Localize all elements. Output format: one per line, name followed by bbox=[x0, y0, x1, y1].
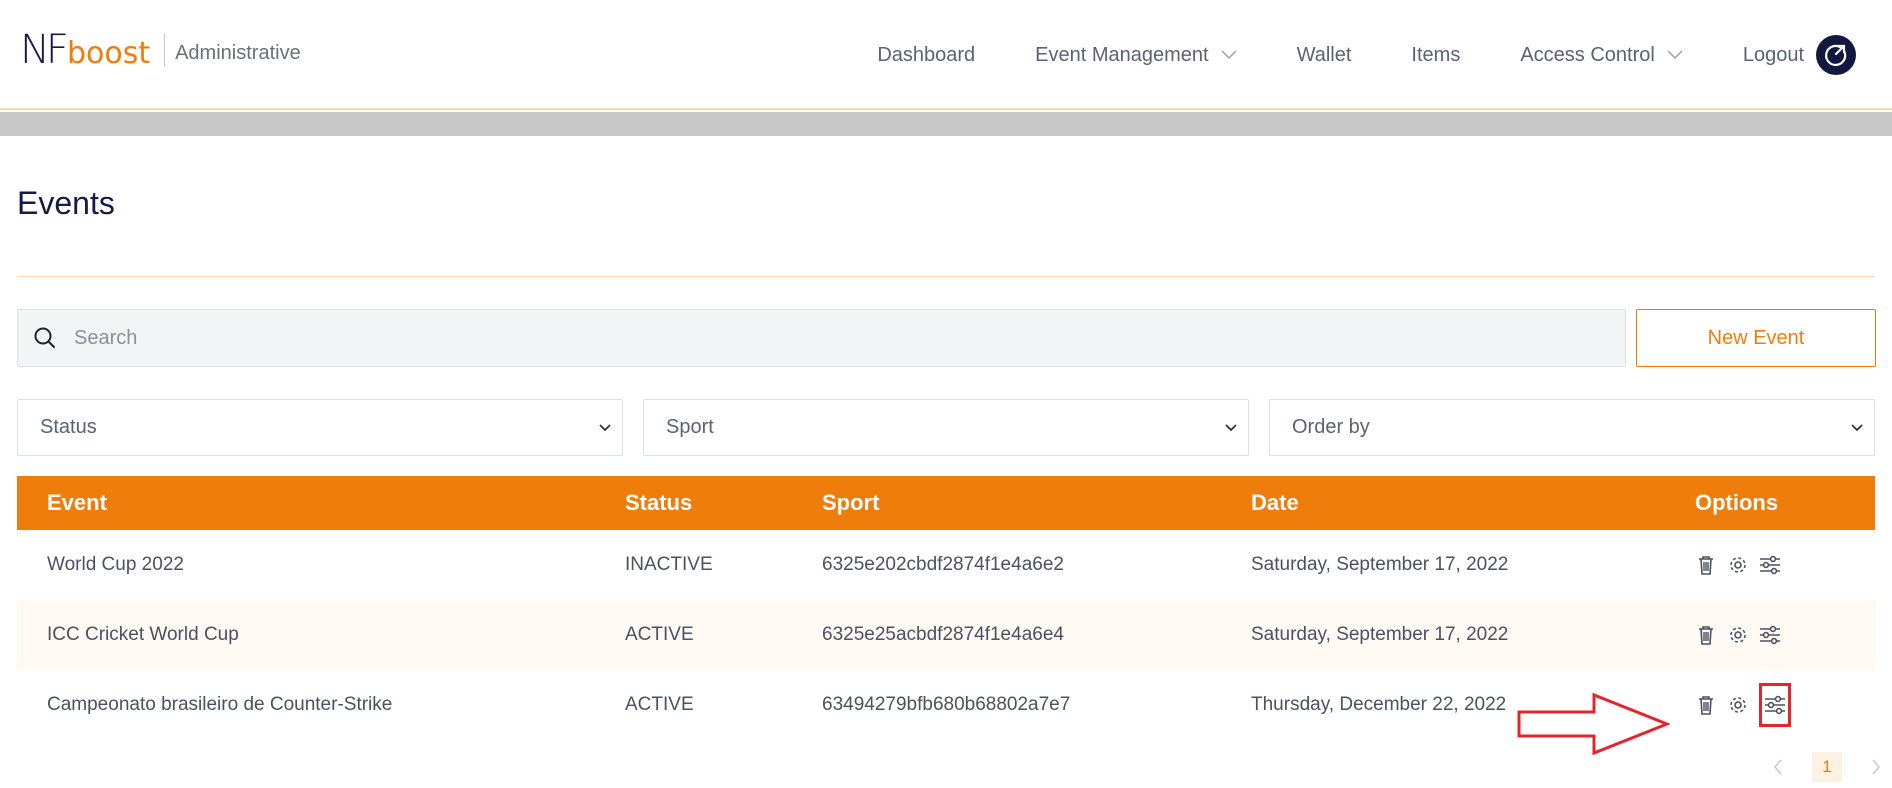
main-nav: Dashboard Event Management Wallet Items … bbox=[877, 30, 1856, 80]
nav-dashboard[interactable]: Dashboard bbox=[877, 44, 975, 67]
sliders-icon[interactable] bbox=[1759, 554, 1781, 576]
sport-filter-label: Sport bbox=[666, 416, 714, 438]
annotation-arrow-icon bbox=[1517, 692, 1670, 756]
nav-dashboard-label: Dashboard bbox=[877, 43, 976, 66]
gear-icon[interactable] bbox=[1727, 624, 1749, 646]
power-icon[interactable] bbox=[1816, 35, 1856, 75]
page-title: Events bbox=[17, 185, 115, 221]
trash-icon[interactable] bbox=[1695, 554, 1717, 576]
header-options: Options bbox=[1695, 490, 1779, 515]
row-options bbox=[1695, 554, 1791, 576]
sport-filter[interactable]: Sport bbox=[643, 399, 1249, 456]
header-sport[interactable]: Sport bbox=[822, 490, 879, 516]
nav-logout-label: Logout bbox=[1742, 43, 1804, 66]
chevron-down-icon bbox=[1667, 50, 1683, 60]
brand-logo[interactable]: NF boost Administrative bbox=[20, 28, 301, 72]
header-status[interactable]: Status bbox=[625, 490, 692, 516]
chevron-down-icon bbox=[1221, 50, 1237, 60]
nav-wallet-label: Wallet bbox=[1296, 43, 1352, 66]
table-row: ICC Cricket World Cup ACTIVE 6325e25acbd… bbox=[17, 600, 1875, 670]
section-label: Administrative bbox=[175, 41, 301, 64]
nav-access-control[interactable]: Access Control bbox=[1520, 44, 1683, 67]
chevron-down-icon bbox=[599, 423, 611, 431]
title-divider bbox=[17, 276, 1875, 277]
logo-divider bbox=[164, 33, 166, 67]
status-filter[interactable]: Status bbox=[17, 399, 623, 456]
header-date[interactable]: Date bbox=[1251, 490, 1299, 516]
previous-page-icon[interactable] bbox=[1766, 755, 1790, 779]
event-name: ICC Cricket World Cup bbox=[47, 624, 239, 645]
top-header: NF boost Administrative Dashboard Event … bbox=[0, 0, 1892, 110]
nav-logout[interactable]: Logout bbox=[1743, 35, 1856, 75]
event-date: Saturday, September 17, 2022 bbox=[1251, 554, 1509, 575]
event-date: Saturday, September 17, 2022 bbox=[1251, 624, 1509, 645]
order-by-filter[interactable]: Order by bbox=[1269, 399, 1875, 456]
order-by-filter-label: Order by bbox=[1292, 416, 1370, 438]
page-number[interactable]: 1 bbox=[1812, 752, 1842, 782]
chevron-down-icon bbox=[1851, 423, 1863, 431]
event-sport: 6325e202cbdf2874f1e4a6e2 bbox=[822, 554, 1064, 575]
event-date: Thursday, December 22, 2022 bbox=[1251, 694, 1507, 715]
nav-event-management-label: Event Management bbox=[1035, 43, 1209, 66]
logo-secondary: boost bbox=[66, 36, 151, 71]
search-input[interactable] bbox=[74, 326, 1574, 350]
event-name: World Cup 2022 bbox=[47, 554, 184, 575]
search-icon bbox=[34, 327, 55, 348]
row-options bbox=[1695, 624, 1791, 646]
header-band bbox=[0, 112, 1892, 136]
nav-items[interactable]: Items bbox=[1411, 44, 1460, 67]
pagination: 1 bbox=[1766, 752, 1888, 782]
nav-items-label: Items bbox=[1411, 43, 1461, 66]
trash-icon[interactable] bbox=[1695, 624, 1717, 646]
event-status: INACTIVE bbox=[625, 554, 713, 575]
next-page-icon[interactable] bbox=[1864, 755, 1888, 779]
logo-primary: NF bbox=[20, 27, 69, 73]
event-sport: 63494279bfb680b68802a7e7 bbox=[822, 694, 1071, 715]
event-status: ACTIVE bbox=[625, 624, 694, 645]
row-options bbox=[1695, 683, 1791, 727]
chevron-down-icon bbox=[1225, 423, 1237, 431]
event-status: ACTIVE bbox=[625, 694, 694, 715]
nav-access-control-label: Access Control bbox=[1520, 43, 1655, 66]
event-name: Campeonato brasileiro de Counter-Strike bbox=[47, 694, 393, 715]
gear-icon[interactable] bbox=[1727, 694, 1749, 716]
table-row: World Cup 2022 INACTIVE 6325e202cbdf2874… bbox=[17, 530, 1875, 600]
table-header: Event Status Sport Date Options bbox=[17, 476, 1875, 530]
status-filter-label: Status bbox=[40, 416, 97, 438]
nav-wallet[interactable]: Wallet bbox=[1297, 44, 1352, 67]
gear-icon[interactable] bbox=[1727, 554, 1749, 576]
sliders-icon[interactable] bbox=[1759, 624, 1781, 646]
trash-icon[interactable] bbox=[1695, 694, 1717, 716]
header-event[interactable]: Event bbox=[47, 490, 107, 516]
nav-event-management[interactable]: Event Management bbox=[1035, 43, 1237, 67]
sliders-icon[interactable] bbox=[1759, 683, 1791, 727]
new-event-button[interactable]: New Event bbox=[1636, 309, 1876, 367]
search-box[interactable] bbox=[17, 309, 1626, 367]
event-sport: 6325e25acbdf2874f1e4a6e4 bbox=[822, 624, 1064, 645]
